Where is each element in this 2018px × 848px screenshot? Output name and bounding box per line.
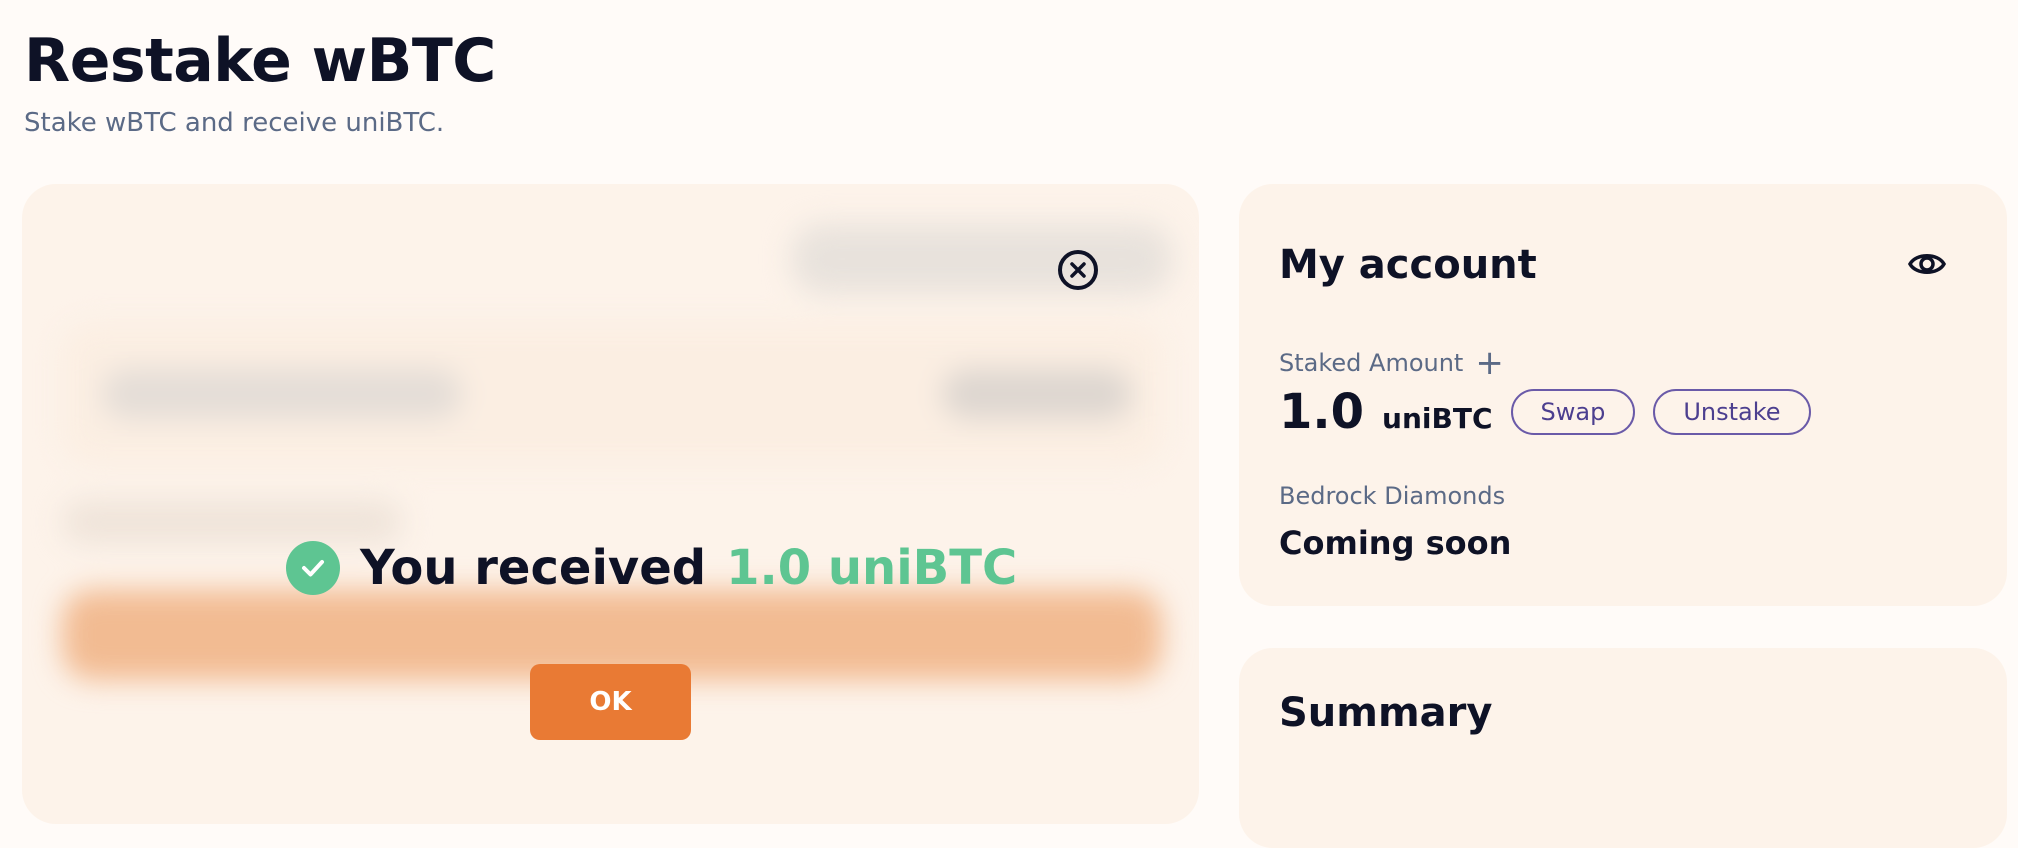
close-icon[interactable] [1058, 250, 1098, 290]
staked-amount-label-row: Staked Amount + [1279, 346, 1504, 380]
diamonds-value: Coming soon [1279, 524, 1512, 562]
summary-card: Summary [1239, 648, 2007, 848]
swap-button[interactable]: Swap [1510, 389, 1636, 435]
page-subtitle: Stake wBTC and receive uniBTC. [24, 108, 445, 138]
staked-unit: uniBTC [1382, 402, 1493, 435]
account-title: My account [1279, 242, 1537, 288]
summary-title: Summary [1279, 690, 1493, 736]
staked-amount-row: 1.0 uniBTC Swap Unstake [1279, 384, 1811, 440]
staked-value: 1.0 [1279, 384, 1365, 440]
my-account-card: My account Staked Amount + 1.0 uniBTC Sw… [1239, 184, 2007, 606]
eye-icon[interactable] [1907, 244, 1947, 288]
received-text: You received [360, 540, 707, 596]
received-amount: 1.0 uniBTC [726, 540, 1018, 596]
unstake-button[interactable]: Unstake [1653, 389, 1811, 435]
plus-icon[interactable]: + [1475, 346, 1504, 380]
check-circle-icon [286, 541, 340, 595]
received-message: You received 1.0 uniBTC [286, 540, 1017, 596]
staked-amount-label: Staked Amount [1279, 349, 1464, 377]
diamonds-label: Bedrock Diamonds [1279, 482, 1506, 510]
stake-card: You received 1.0 uniBTC OK [22, 184, 1199, 824]
success-modal: You received 1.0 uniBTC OK [22, 184, 1199, 824]
ok-button[interactable]: OK [530, 664, 691, 740]
page-title: Restake wBTC [24, 26, 496, 96]
